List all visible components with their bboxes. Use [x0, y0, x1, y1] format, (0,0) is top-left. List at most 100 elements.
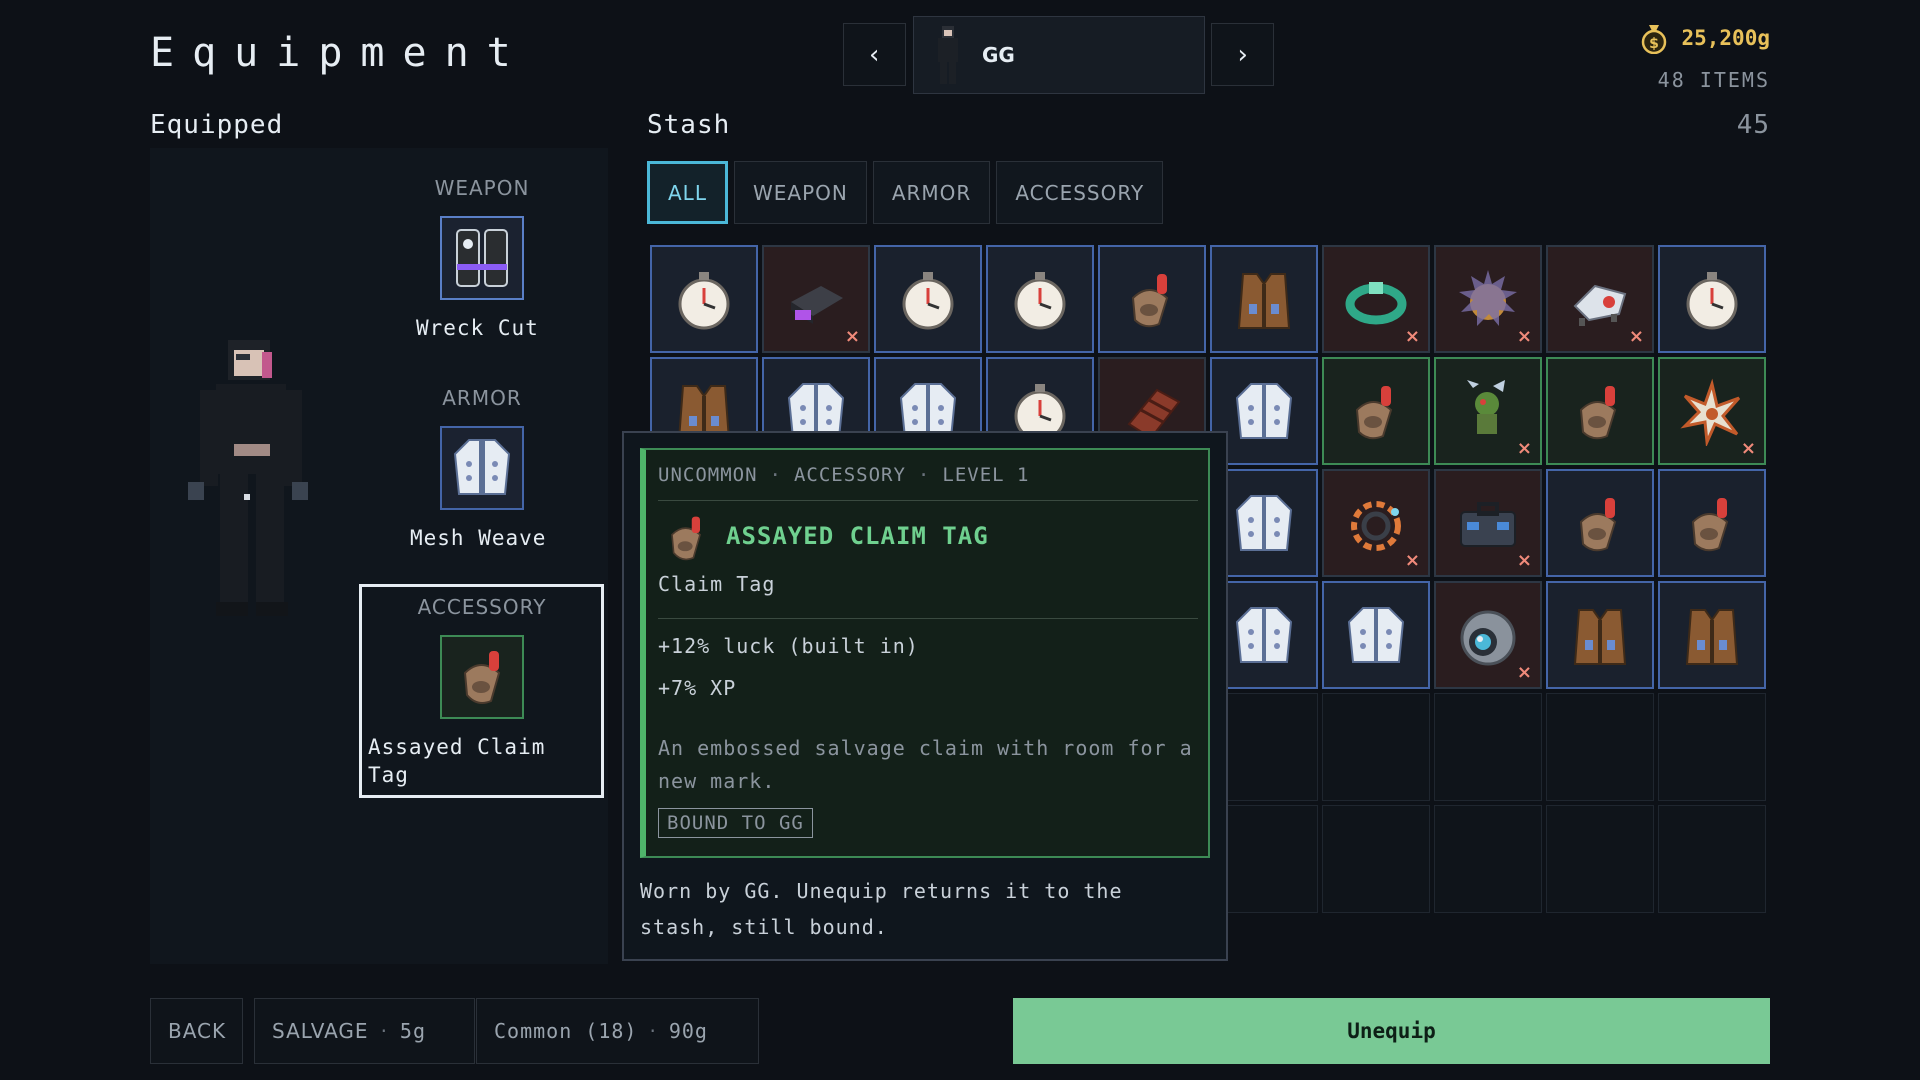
tooltip-subtype: Claim Tag — [658, 572, 776, 596]
tooltip-type: ACCESSORY — [793, 464, 906, 486]
salvage-mark-icon: × — [1516, 326, 1532, 347]
stash-slot[interactable]: × — [1434, 469, 1542, 577]
stash-slot[interactable]: × — [1322, 469, 1430, 577]
stash-slot-empty[interactable] — [1434, 805, 1542, 913]
stopwatch-icon — [678, 272, 730, 330]
salvage-button[interactable]: SALVAGE · 5g — [254, 998, 475, 1064]
salvage-common-button[interactable]: Common (18) · 90g — [476, 998, 759, 1064]
claim-tag-icon — [1355, 386, 1393, 440]
stash-slot-empty[interactable] — [1658, 805, 1766, 913]
gold-display: $ 25,200g — [1639, 22, 1770, 54]
stash-slot[interactable] — [1658, 469, 1766, 577]
claim-tag-icon — [463, 651, 501, 704]
stash-slot[interactable] — [1210, 245, 1318, 353]
stash-slot-empty[interactable] — [1546, 693, 1654, 801]
tooltip-divider — [658, 618, 1198, 619]
back-button[interactable]: BACK — [150, 998, 243, 1064]
stash-slot[interactable]: × — [1434, 357, 1542, 465]
stash-slot[interactable] — [650, 245, 758, 353]
tooltip-card: UNCOMMON · ACCESSORY · LEVEL 1 ASSAYED CLAIM… — [640, 448, 1210, 858]
tooltip-level: LEVEL 1 — [942, 464, 1030, 486]
stash-slot-empty[interactable] — [1434, 693, 1542, 801]
stash-slot[interactable]: × — [762, 245, 870, 353]
jacket-icon — [1235, 495, 1293, 551]
drone-icon — [1573, 284, 1627, 326]
mesh-weave-icon — [453, 439, 511, 495]
salvage-mark-icon: × — [1740, 438, 1756, 459]
stash-slot[interactable]: × — [1546, 245, 1654, 353]
tooltip-stat-luck: +12% luck (built in) — [658, 634, 919, 658]
salvage-mark-icon: × — [1628, 326, 1644, 347]
coil-icon — [1351, 501, 1401, 551]
stash-heading: Stash — [647, 110, 731, 140]
stash-count: 45 — [1736, 110, 1770, 140]
salvage-mark-icon: × — [1404, 326, 1420, 347]
stash-slot-empty[interactable] — [1546, 805, 1654, 913]
stash-slot[interactable] — [874, 245, 982, 353]
stash-slot[interactable] — [986, 245, 1094, 353]
salvage-cost: 5g — [399, 1019, 427, 1043]
salvage-label: SALVAGE — [272, 1019, 369, 1043]
chip-icon — [791, 286, 843, 324]
gold-amount: 25,200g — [1681, 26, 1770, 50]
claim-tag-icon — [1691, 498, 1729, 552]
salvage-mark-icon: × — [1516, 550, 1532, 571]
eye-orb-icon — [1460, 610, 1516, 666]
stash-slot-empty[interactable] — [1658, 693, 1766, 801]
stash-slot[interactable]: × — [1658, 357, 1766, 465]
svg-text:$: $ — [1650, 36, 1660, 52]
stash-slot[interactable] — [1658, 245, 1766, 353]
star-burst-icon — [1680, 378, 1741, 446]
jacket-icon — [1235, 383, 1293, 439]
equipped-heading: Equipped — [150, 110, 284, 140]
stash-slot[interactable]: × — [1322, 245, 1430, 353]
salvage-mark-icon: × — [1516, 662, 1532, 683]
vest-icon — [1573, 609, 1627, 665]
chevron-left-icon: ‹ — [866, 39, 883, 70]
unequip-button[interactable]: Unequip — [1013, 998, 1770, 1064]
vest-icon — [1685, 609, 1739, 665]
stash-slot[interactable] — [1546, 581, 1654, 689]
stash-slot[interactable] — [1546, 469, 1654, 577]
bound-badge: BOUND TO GG — [658, 808, 813, 838]
weapon-slot-name: Wreck Cut — [416, 316, 539, 340]
goblin-icon — [1467, 380, 1505, 434]
stash-slot[interactable] — [1322, 357, 1430, 465]
common-label: Common (18) — [494, 1019, 638, 1043]
weapon-slot[interactable] — [440, 216, 524, 300]
common-cost: 90g — [668, 1019, 708, 1043]
character-selector[interactable]: GG — [913, 16, 1205, 94]
stash-slot[interactable] — [1658, 581, 1766, 689]
tab-all[interactable]: ALL — [647, 161, 728, 224]
chevron-right-icon: › — [1234, 39, 1251, 70]
accessory-slot-label: ACCESSORY — [417, 595, 547, 619]
page-title: Equipment — [150, 30, 529, 76]
armor-slot-label: ARMOR — [442, 386, 522, 410]
tab-weapon[interactable]: WEAPON — [733, 161, 867, 224]
tooltip-note: Worn by GG. Unequip returns it to the st… — [640, 879, 1123, 939]
tooltip-meta: UNCOMMON · ACCESSORY · LEVEL 1 — [658, 464, 1030, 486]
tooltip-rarity: UNCOMMON — [658, 464, 758, 486]
stash-slot[interactable] — [1546, 357, 1654, 465]
items-count: 48 ITEMS — [1657, 68, 1770, 92]
tab-accessory[interactable]: ACCESSORY — [996, 161, 1164, 224]
tooltip-flavor: An embossed salvage claim with room for … — [658, 736, 1193, 793]
stash-slot-empty[interactable] — [1322, 805, 1430, 913]
prev-character-button[interactable]: ‹ — [843, 23, 906, 86]
claim-tag-icon — [1579, 498, 1617, 552]
accessory-slot[interactable] — [440, 635, 524, 719]
salvage-mark-icon: × — [1404, 550, 1420, 571]
jacket-icon — [1235, 607, 1293, 663]
stash-slot[interactable] — [1098, 245, 1206, 353]
tab-armor[interactable]: ARMOR — [872, 161, 991, 224]
stash-slot[interactable] — [1322, 581, 1430, 689]
stopwatch-icon — [1014, 272, 1066, 330]
tooltip-stat-xp: +7% XP — [658, 676, 737, 700]
stash-slot[interactable]: × — [1434, 581, 1542, 689]
character-name: GG — [982, 43, 1015, 67]
armor-slot-name: Mesh Weave — [410, 526, 547, 550]
stash-slot-empty[interactable] — [1322, 693, 1430, 801]
stash-slot[interactable]: × — [1434, 245, 1542, 353]
armor-slot[interactable] — [440, 426, 524, 510]
next-character-button[interactable]: › — [1211, 23, 1274, 86]
